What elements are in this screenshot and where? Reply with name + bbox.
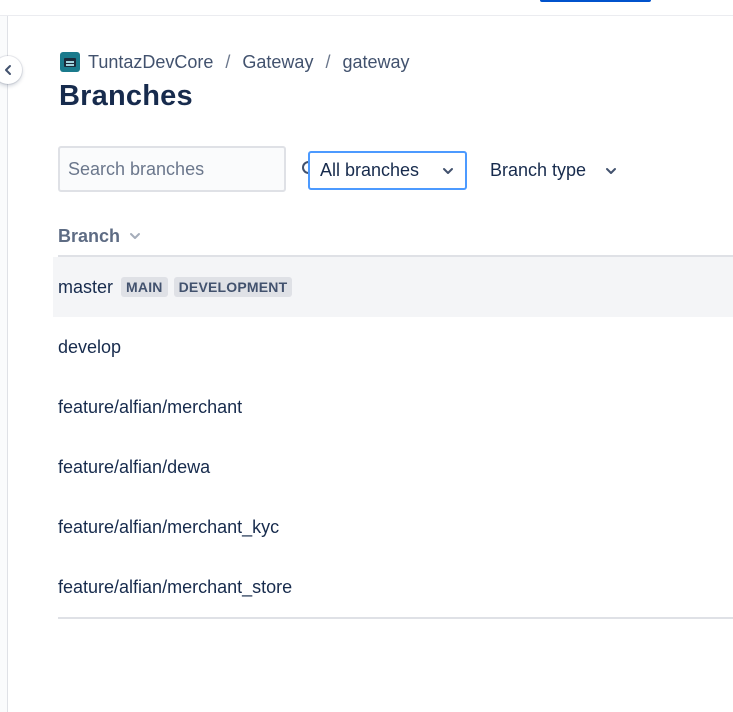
development-badge: DEVELOPMENT <box>173 277 293 297</box>
sort-chevron-down-icon <box>130 233 141 239</box>
breadcrumb-repo-link[interactable]: gateway <box>342 52 409 73</box>
table-row[interactable]: feature/alfian/dewa <box>53 437 733 497</box>
column-header-label: Branch <box>58 225 121 246</box>
table-row[interactable]: feature/alfian/merchant_kyc <box>53 497 733 557</box>
search-branches-field <box>58 146 318 192</box>
table-row[interactable]: feature/alfian/merchant_store <box>53 557 733 617</box>
branch-name-link[interactable]: develop <box>58 337 121 358</box>
table-footer-divider <box>58 617 733 619</box>
table-row[interactable]: master MAIN DEVELOPMENT <box>53 257 733 317</box>
branch-list: master MAIN DEVELOPMENT develop feature/… <box>53 257 733 617</box>
table-row[interactable]: feature/alfian/merchant <box>53 377 733 437</box>
branch-filter-select[interactable]: All branches <box>308 151 467 190</box>
branch-column-header[interactable]: Branch <box>58 224 142 248</box>
chevron-down-icon <box>606 167 617 174</box>
branch-name-link[interactable]: feature/alfian/merchant <box>58 397 242 418</box>
breadcrumb-separator: / <box>325 51 331 72</box>
search-input[interactable] <box>60 148 300 190</box>
breadcrumb-workspace-link[interactable]: Gateway <box>242 52 313 73</box>
main-badge: MAIN <box>121 277 168 297</box>
branch-name-link[interactable]: feature/alfian/merchant_store <box>58 577 292 598</box>
breadcrumb: TuntazDevCore / Gateway / gateway <box>60 50 410 74</box>
branch-filter-value: All branches <box>320 160 420 180</box>
top-navigation-bar <box>0 0 733 16</box>
sidebar-collapsed-edge <box>0 16 8 712</box>
branch-name-link[interactable]: feature/alfian/dewa <box>58 457 210 478</box>
branch-type-label: Branch type <box>490 160 587 180</box>
page-title: Branches <box>59 80 193 112</box>
repo-avatar-icon <box>60 52 80 72</box>
sidebar-collapse-button[interactable] <box>0 56 22 84</box>
table-row[interactable]: develop <box>53 317 733 377</box>
branch-name-link[interactable]: feature/alfian/merchant_kyc <box>58 517 279 538</box>
breadcrumb-project-link[interactable]: TuntazDevCore <box>88 52 213 73</box>
top-nav-active-indicator <box>540 0 651 2</box>
branch-type-select[interactable]: Branch type <box>490 151 618 190</box>
chevron-left-icon <box>5 65 11 75</box>
branch-name-link[interactable]: master <box>58 277 113 298</box>
chevron-down-icon <box>443 167 453 174</box>
breadcrumb-separator: / <box>225 51 231 72</box>
